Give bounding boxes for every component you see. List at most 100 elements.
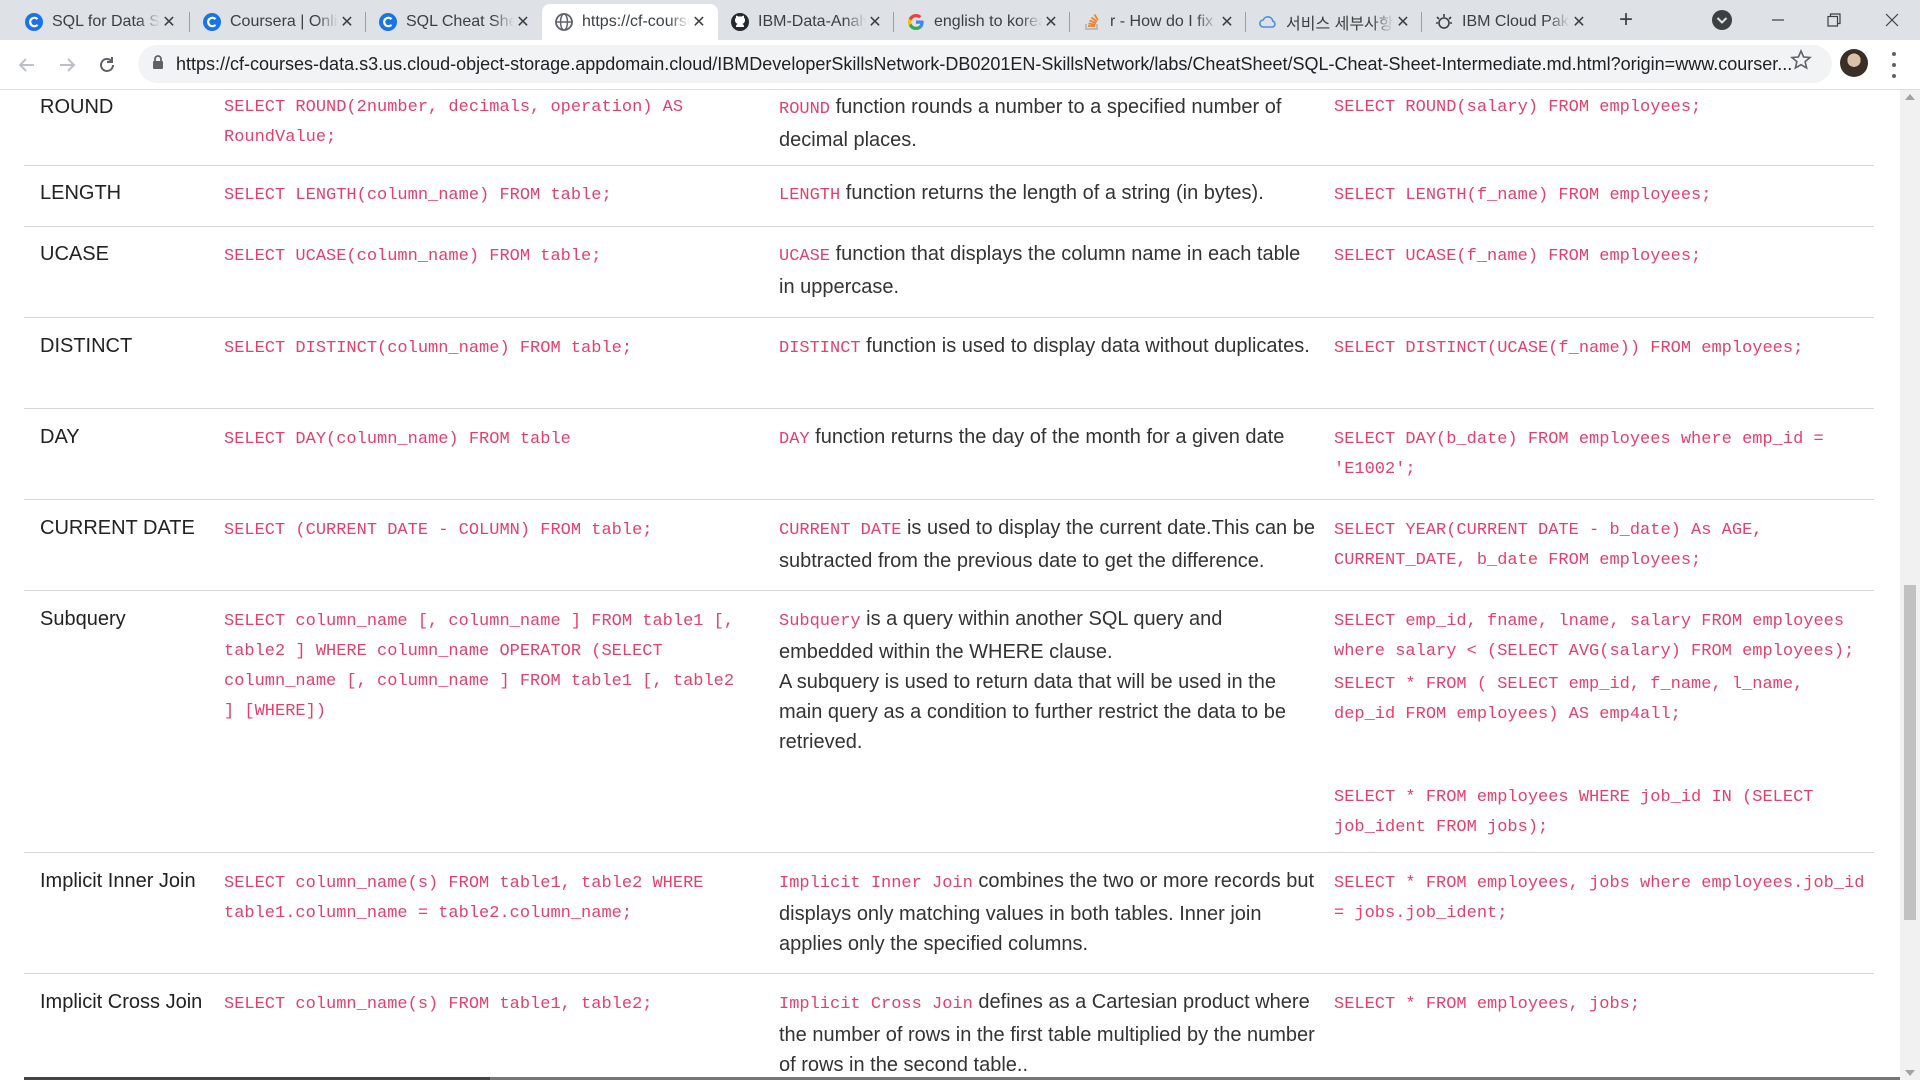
description-code: Subquery [779, 612, 861, 631]
command-name: DAY [40, 426, 80, 448]
example-code: SELECT ROUND(salary) FROM employees; [1334, 98, 1702, 117]
description-code: DAY [779, 430, 810, 449]
command-name: CURRENT DATE [40, 517, 195, 539]
command-name: Implicit Cross Join [40, 991, 203, 1013]
tab-ibm-cloud[interactable]: IBM Cloud Pak ✕ [1422, 4, 1598, 40]
tab-cf-courses-active[interactable]: https://cf-courses-data ✕ [542, 4, 718, 40]
tab-title: r - How do I fix [1110, 13, 1214, 30]
coursera-icon [24, 12, 44, 32]
table-row: UCASE SELECT UCASE(column_name) FROM tab… [24, 226, 1874, 318]
tab-search-icon[interactable] [1710, 8, 1734, 32]
tab-title: https://cf-courses-data [582, 13, 690, 30]
description-code: UCASE [779, 247, 831, 266]
minimize-icon[interactable] [1750, 0, 1806, 40]
tab-title: IBM-Data-Analyst [758, 13, 866, 30]
command-name: LENGTH [40, 182, 122, 204]
syntax-code: SELECT DISTINCT(column_name) FROM table; [224, 339, 633, 358]
lock-icon[interactable] [152, 54, 164, 75]
close-icon[interactable]: ✕ [1042, 13, 1060, 31]
table-row: ROUND SELECT ROUND(2number, decimals, op… [24, 90, 1874, 166]
table-row: Implicit Cross Join SELECT column_name(s… [24, 973, 1874, 1080]
description-text: function returns the length of a string … [840, 182, 1264, 204]
table-row: DISTINCT SELECT DISTINCT(column_name) FR… [24, 317, 1874, 409]
bookmark-star-icon[interactable] [1790, 48, 1812, 71]
table-row: DAY SELECT DAY(column_name) FROM table D… [24, 408, 1874, 500]
tab-service-details[interactable]: 서비스 세부사항 ✕ [1246, 4, 1422, 40]
tab-github[interactable]: IBM-Data-Analyst ✕ [718, 4, 894, 40]
tab-title: english to korean [934, 13, 1042, 30]
example-code: SELECT UCASE(f_name) FROM employees; [1334, 247, 1702, 266]
command-name: Implicit Inner Join [40, 870, 196, 892]
scroll-up-arrow-icon[interactable] [1905, 94, 1915, 100]
browser-toolbar: https://cf-courses-data.s3.us.cloud-obje… [0, 40, 1920, 90]
syntax-code: SELECT DAY(column_name) FROM table [224, 430, 571, 449]
description-code: DISTINCT [779, 339, 861, 358]
description-text: function returns the day of the month fo… [809, 426, 1285, 448]
restore-icon[interactable] [1806, 0, 1862, 40]
description-code: Implicit Inner Join [779, 874, 973, 893]
new-tab-button[interactable]: + [1612, 6, 1640, 34]
syntax-code: SELECT (CURRENT DATE - COLUMN) FROM tabl… [224, 521, 653, 540]
back-arrow-icon[interactable] [12, 50, 42, 80]
example-code: SELECT emp_id, fname, lname, salary FROM… [1334, 612, 1855, 661]
scroll-down-arrow-icon[interactable] [1905, 1070, 1915, 1076]
description: UCASE function that displays the column … [779, 239, 1319, 302]
description: Subquery is a query within another SQL q… [779, 604, 1319, 757]
tab-title: SQL Cheat Sheet [406, 13, 514, 30]
globe-icon [554, 12, 574, 32]
syntax-code: SELECT column_name(s) FROM table1, table… [224, 874, 714, 923]
table-row: Implicit Inner Join SELECT column_name(s… [24, 852, 1874, 974]
scrollbar-thumb[interactable] [1904, 585, 1916, 920]
description-text: function that displays the column name i… [779, 243, 1301, 298]
command-name: DISTINCT [40, 335, 133, 357]
table-row: LENGTH SELECT LENGTH(column_name) FROM t… [24, 165, 1874, 227]
close-icon[interactable]: ✕ [338, 13, 356, 31]
profile-avatar[interactable] [1840, 49, 1868, 77]
close-icon[interactable]: ✕ [1394, 13, 1412, 31]
description-code: Implicit Cross Join [779, 995, 973, 1014]
table-row: CURRENT DATE SELECT (CURRENT DATE - COLU… [24, 499, 1874, 591]
tab-title: SQL for Data Science [52, 13, 160, 30]
example-code-3: SELECT * FROM employees WHERE job_id IN … [1334, 788, 1824, 837]
example-code: SELECT * FROM employees, jobs; [1334, 995, 1641, 1014]
window-close-icon[interactable] [1864, 0, 1920, 40]
forward-arrow-icon[interactable] [52, 50, 82, 80]
example-code: SELECT DISTINCT(UCASE(f_name)) FROM empl… [1334, 339, 1804, 358]
browser-menu-icon[interactable] [1884, 52, 1904, 78]
description-code: CURRENT DATE [779, 521, 902, 540]
description: Implicit Inner Join combines the two or … [779, 866, 1319, 959]
description-text: function rounds a number to a specified … [779, 96, 1282, 151]
command-name: Subquery [40, 608, 126, 630]
tab-coursera[interactable]: Coursera | Online Courses ✕ [190, 4, 366, 40]
tab-google[interactable]: english to korean ✕ [894, 4, 1070, 40]
tab-sql-cheat-sheet[interactable]: SQL Cheat Sheet ✕ [366, 4, 542, 40]
description-code: LENGTH [779, 186, 841, 205]
ibm-cloud-icon [1434, 12, 1454, 32]
close-icon[interactable]: ✕ [866, 13, 884, 31]
coursera-icon [202, 12, 222, 32]
syntax-code: SELECT UCASE(column_name) FROM table; [224, 247, 602, 266]
stackoverflow-icon [1082, 12, 1102, 32]
cloud-icon [1258, 12, 1278, 32]
table-row: Subquery SELECT column_name [, column_na… [24, 590, 1874, 853]
syntax-code: SELECT LENGTH(column_name) FROM table; [224, 186, 612, 205]
close-icon[interactable]: ✕ [1218, 13, 1236, 31]
vertical-scrollbar[interactable] [1900, 90, 1920, 1080]
page-content: ROUND SELECT ROUND(2number, decimals, op… [0, 90, 1900, 1080]
syntax-code: SELECT ROUND(2number, decimals, operatio… [224, 98, 694, 147]
tab-title: Coursera | Online Courses [230, 13, 338, 30]
reload-icon[interactable] [92, 50, 122, 80]
url-text[interactable]: https://cf-courses-data.s3.us.cloud-obje… [176, 54, 1796, 75]
description-text-2: A subquery is used to return data that w… [779, 671, 1286, 753]
close-icon[interactable]: ✕ [690, 13, 708, 31]
close-icon[interactable]: ✕ [160, 13, 178, 31]
tab-stackoverflow[interactable]: r - How do I fix ✕ [1070, 4, 1246, 40]
address-bar[interactable]: https://cf-courses-data.s3.us.cloud-obje… [138, 45, 1832, 83]
close-icon[interactable]: ✕ [514, 13, 532, 31]
tab-sql-for-data[interactable]: SQL for Data Science ✕ [12, 4, 188, 40]
syntax-code: SELECT column_name [, column_name ] FROM… [224, 612, 745, 721]
coursera-icon [378, 12, 398, 32]
description: DISTINCT function is used to display dat… [779, 331, 1319, 364]
close-icon[interactable]: ✕ [1570, 13, 1588, 31]
description: CURRENT DATE is used to display the curr… [779, 513, 1319, 576]
